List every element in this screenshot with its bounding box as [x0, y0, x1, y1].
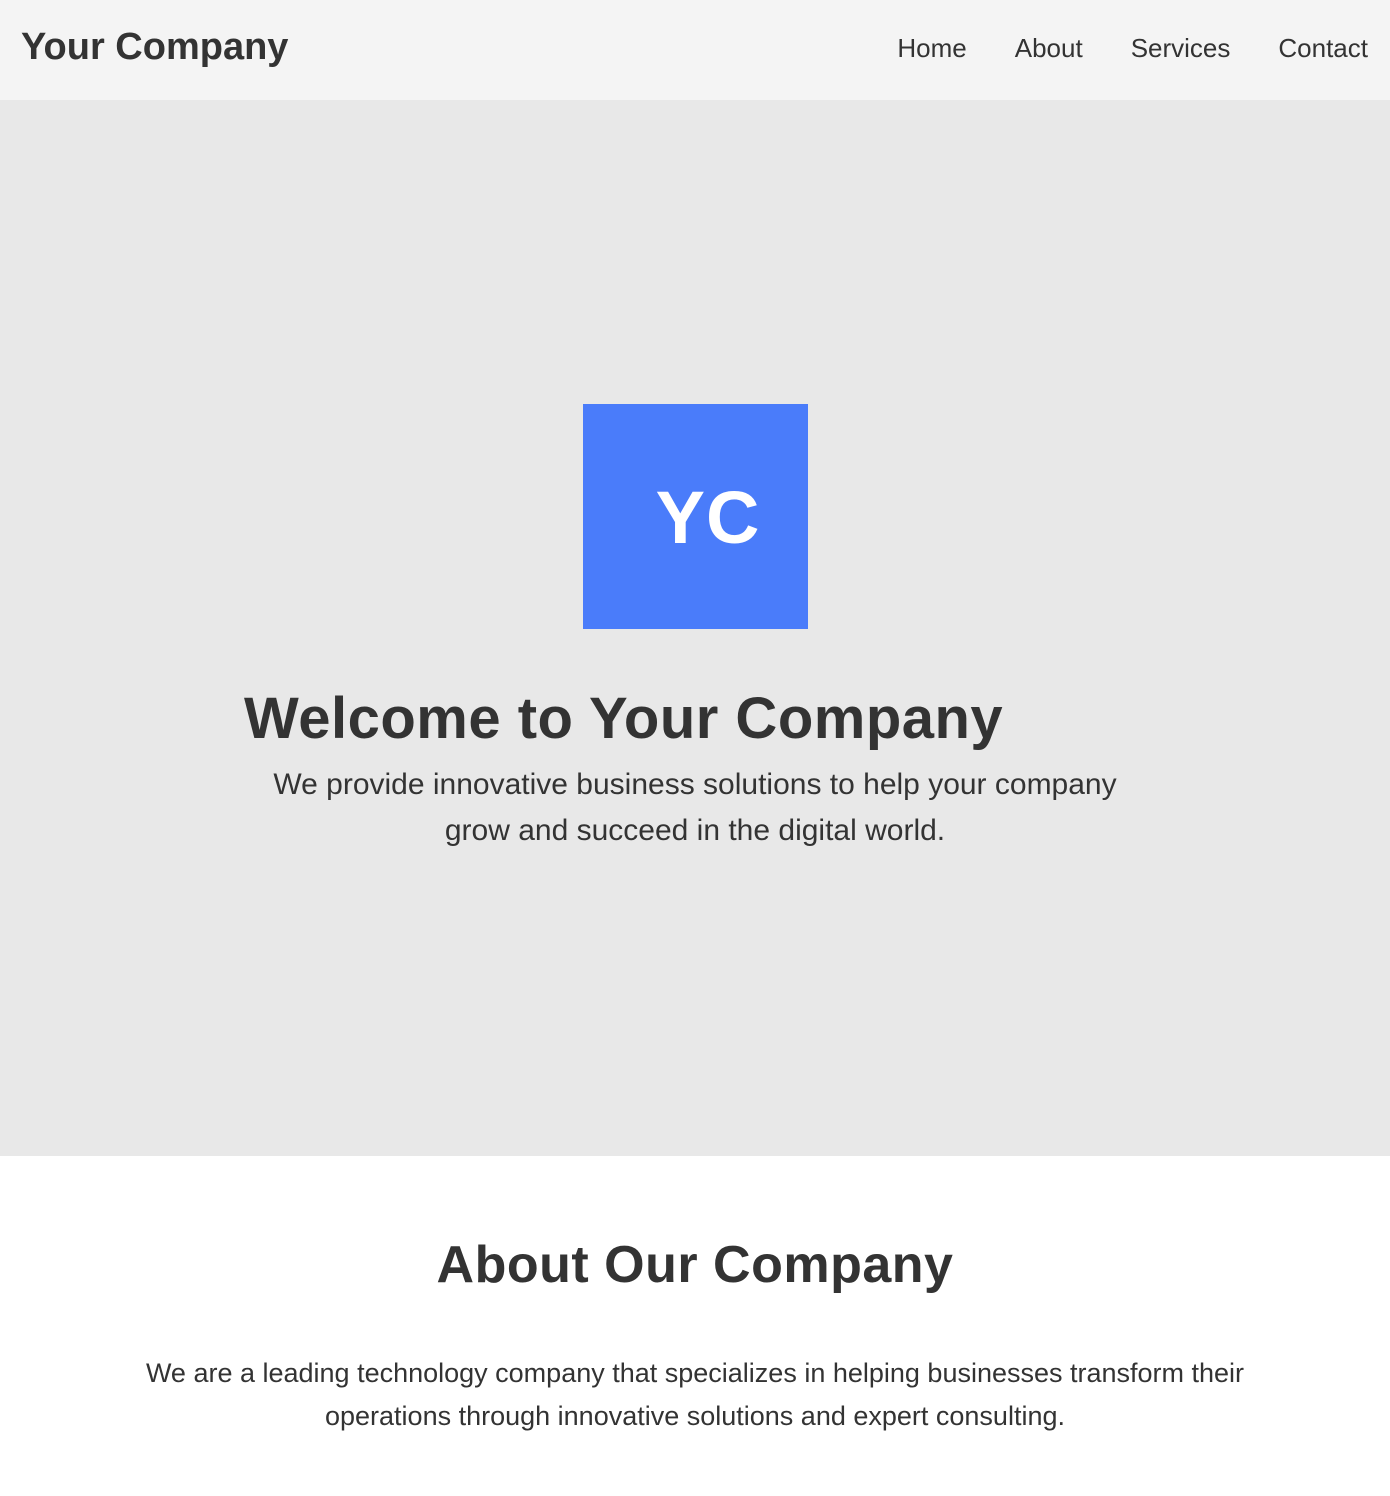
hero-description: We provide innovative business solutions… — [273, 768, 1117, 847]
company-logo: YC — [583, 404, 808, 629]
about-title: About Our Company — [436, 1236, 954, 1294]
nav-about-link[interactable]: About — [1015, 32, 1083, 64]
nav-contact-link[interactable]: Contact — [1278, 32, 1368, 64]
nav-home-link[interactable]: Home — [897, 32, 966, 64]
site-header: Your Company Home About Services Contact — [0, 0, 1390, 100]
nav-services-link[interactable]: Services — [1131, 32, 1231, 64]
main-nav: Home About Services Contact — [897, 32, 1368, 64]
about-description: We are a leading technology company that… — [145, 1358, 1245, 1431]
logo-initials: YC — [655, 476, 761, 559]
brand-name[interactable]: Your Company — [21, 24, 288, 70]
hero-title: Welcome to Your Company — [244, 686, 1004, 751]
hero-section: YC Welcome to Your Company We provide in… — [0, 100, 1390, 1156]
